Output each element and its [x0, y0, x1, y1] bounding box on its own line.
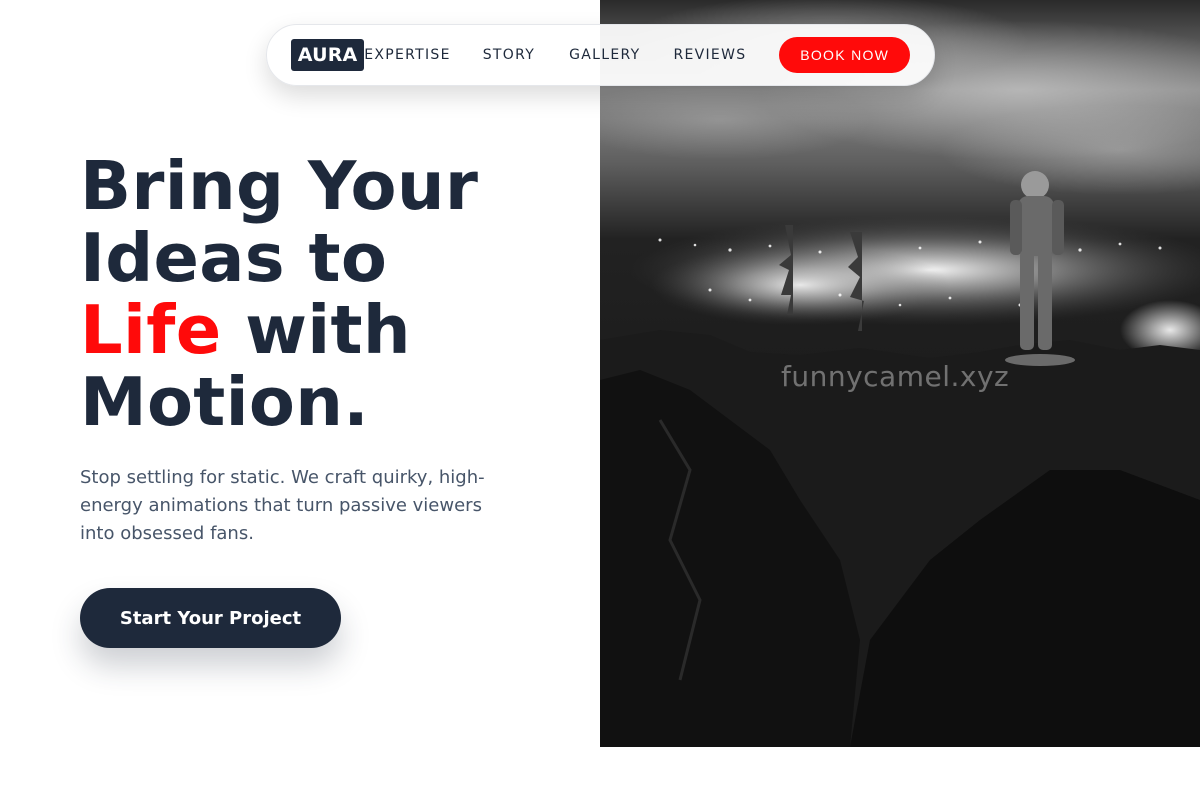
hero-subtext: Stop settling for static. We craft quirk…: [80, 467, 485, 544]
top-nav: AURA EXPERTISE STORY GALLERY REVIEWS BOO…: [266, 24, 935, 86]
nav-link-story[interactable]: STORY: [483, 47, 535, 63]
logo[interactable]: AURA: [291, 39, 365, 71]
nav-link-reviews[interactable]: REVIEWS: [673, 47, 746, 63]
headline-accent-word: Life: [80, 291, 222, 369]
hero-headline: Bring Your Ideas to Life with Motion.: [80, 150, 580, 438]
nav-link-gallery[interactable]: GALLERY: [569, 47, 640, 63]
book-now-button[interactable]: BOOK NOW: [779, 37, 910, 73]
watermark: funnycamel.xyz: [781, 360, 1010, 393]
hero-photo: funnycamel.xyz: [600, 0, 1200, 747]
nav-links: EXPERTISE STORY GALLERY REVIEWS: [364, 47, 746, 63]
start-project-button[interactable]: Start Your Project: [80, 588, 341, 648]
headline-line-3-rest: with: [221, 291, 411, 369]
headline-line-4: Motion.: [80, 363, 369, 441]
nav-link-expertise[interactable]: EXPERTISE: [364, 47, 451, 63]
headline-line-2: Ideas to: [80, 219, 388, 297]
headline-line-1: Bring Your: [80, 147, 479, 225]
